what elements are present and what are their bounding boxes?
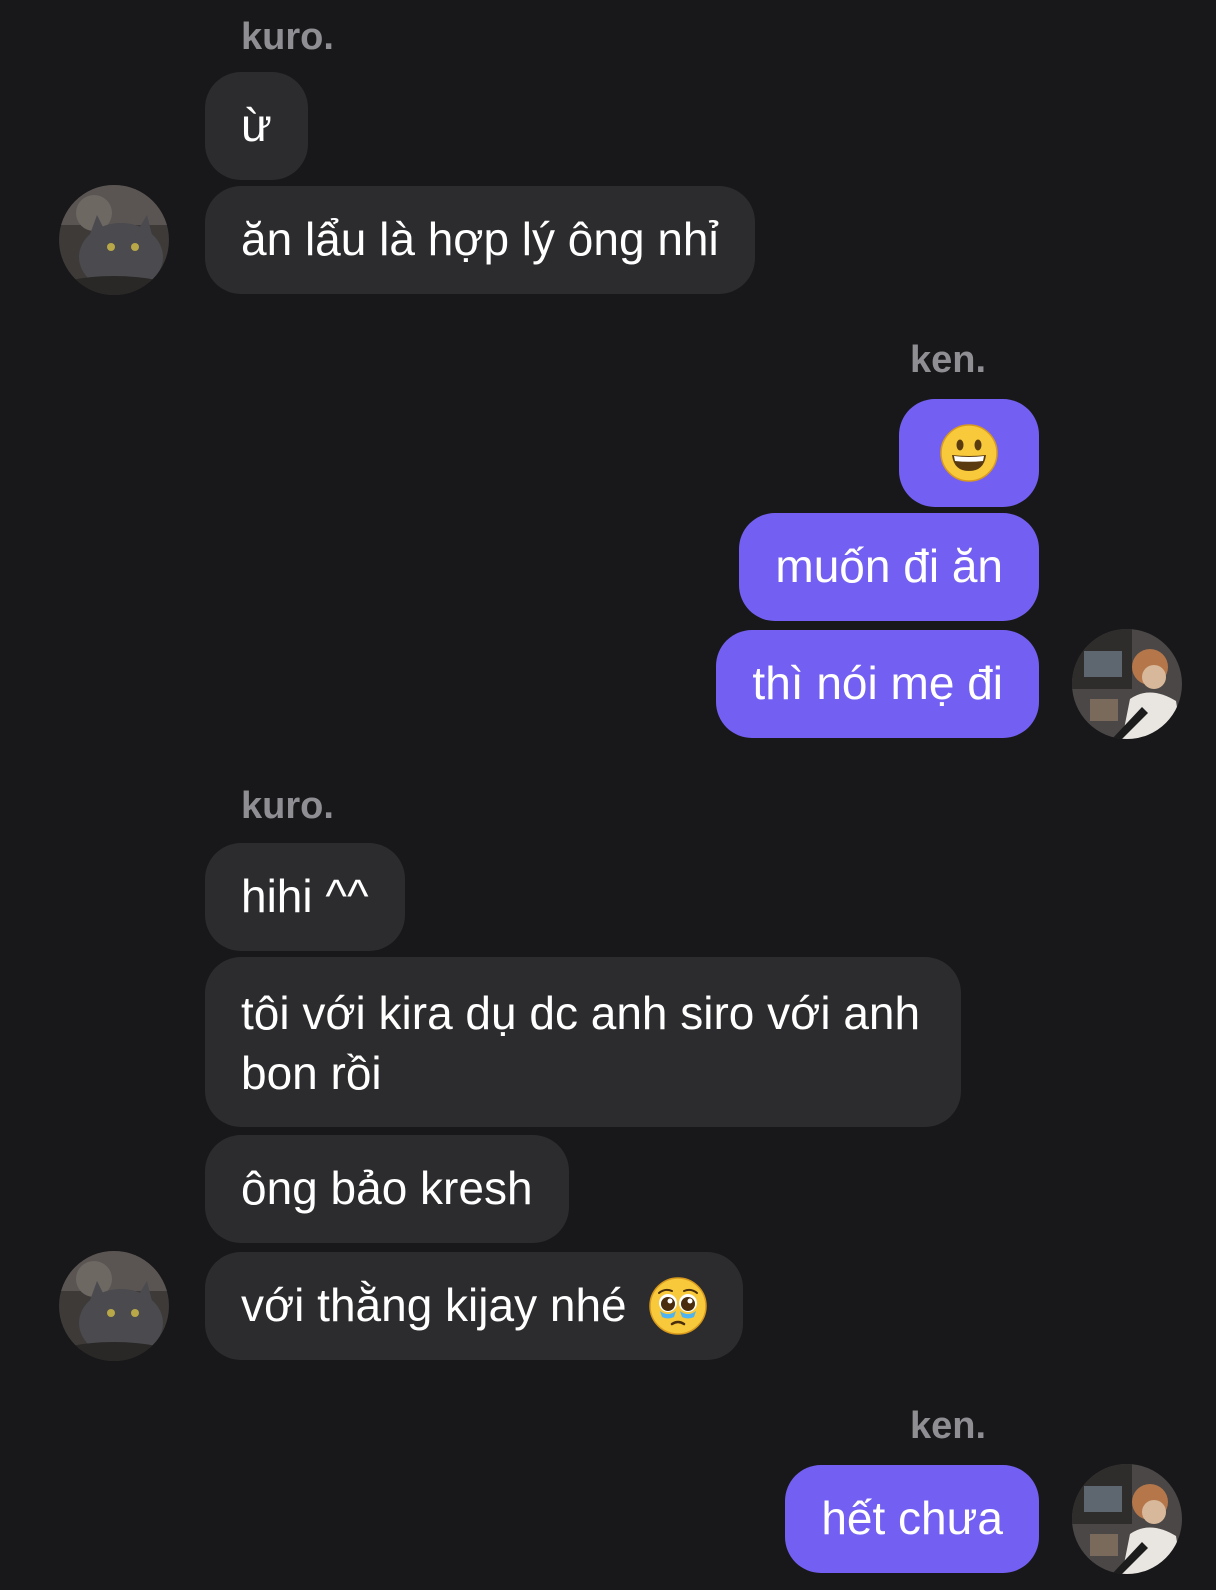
message-bubble[interactable]: muốn đi ăn	[739, 513, 1039, 621]
message-bubble[interactable]: hihi ^^	[205, 843, 405, 951]
kuro-avatar[interactable]	[59, 185, 169, 295]
sender-name-ken: ken.	[910, 339, 987, 381]
message-bubble[interactable]: hết chưa	[785, 1465, 1039, 1573]
message-bubble[interactable]: ăn lẩu là hợp lý ông nhỉ	[205, 186, 755, 294]
message-text: với thằng kijay nhé	[241, 1279, 627, 1331]
message-text: ừ	[241, 99, 272, 151]
message-bubble[interactable]: ông bảo kresh	[205, 1135, 569, 1243]
sender-name-kuro: kuro.	[241, 16, 334, 58]
message-bubble[interactable]	[899, 399, 1039, 507]
pleading-face-emoji	[649, 1277, 708, 1335]
message-text: hết chưa	[821, 1492, 1003, 1544]
sender-name-kuro: kuro.	[241, 785, 334, 827]
message-text: thì nói mẹ đi	[752, 657, 1003, 709]
cat-avatar-icon	[59, 185, 169, 295]
kuro-avatar[interactable]	[59, 1251, 169, 1361]
message-bubble[interactable]: với thằng kijay nhé	[205, 1252, 744, 1360]
message-bubble[interactable]: thì nói mẹ đi	[716, 630, 1039, 738]
message-text: muốn đi ăn	[775, 540, 1003, 592]
message-text: ông bảo kresh	[241, 1162, 533, 1214]
person-avatar-icon	[1072, 629, 1182, 739]
message-bubble[interactable]: ừ	[205, 72, 308, 180]
ken-avatar[interactable]	[1072, 629, 1182, 739]
message-text: ăn lẩu là hợp lý ông nhỉ	[241, 213, 719, 265]
message-text: hihi ^^	[241, 870, 369, 922]
message-text: tôi với kira dụ dc anh siro với anh bon …	[241, 987, 921, 1099]
person-avatar-icon	[1072, 1464, 1182, 1574]
message-bubble[interactable]: tôi với kira dụ dc anh siro với anh bon …	[205, 957, 961, 1127]
cat-avatar-icon	[59, 1251, 169, 1361]
ken-avatar[interactable]	[1072, 1464, 1182, 1574]
sender-name-ken: ken.	[910, 1405, 987, 1447]
grinning-face-emoji	[940, 424, 998, 482]
